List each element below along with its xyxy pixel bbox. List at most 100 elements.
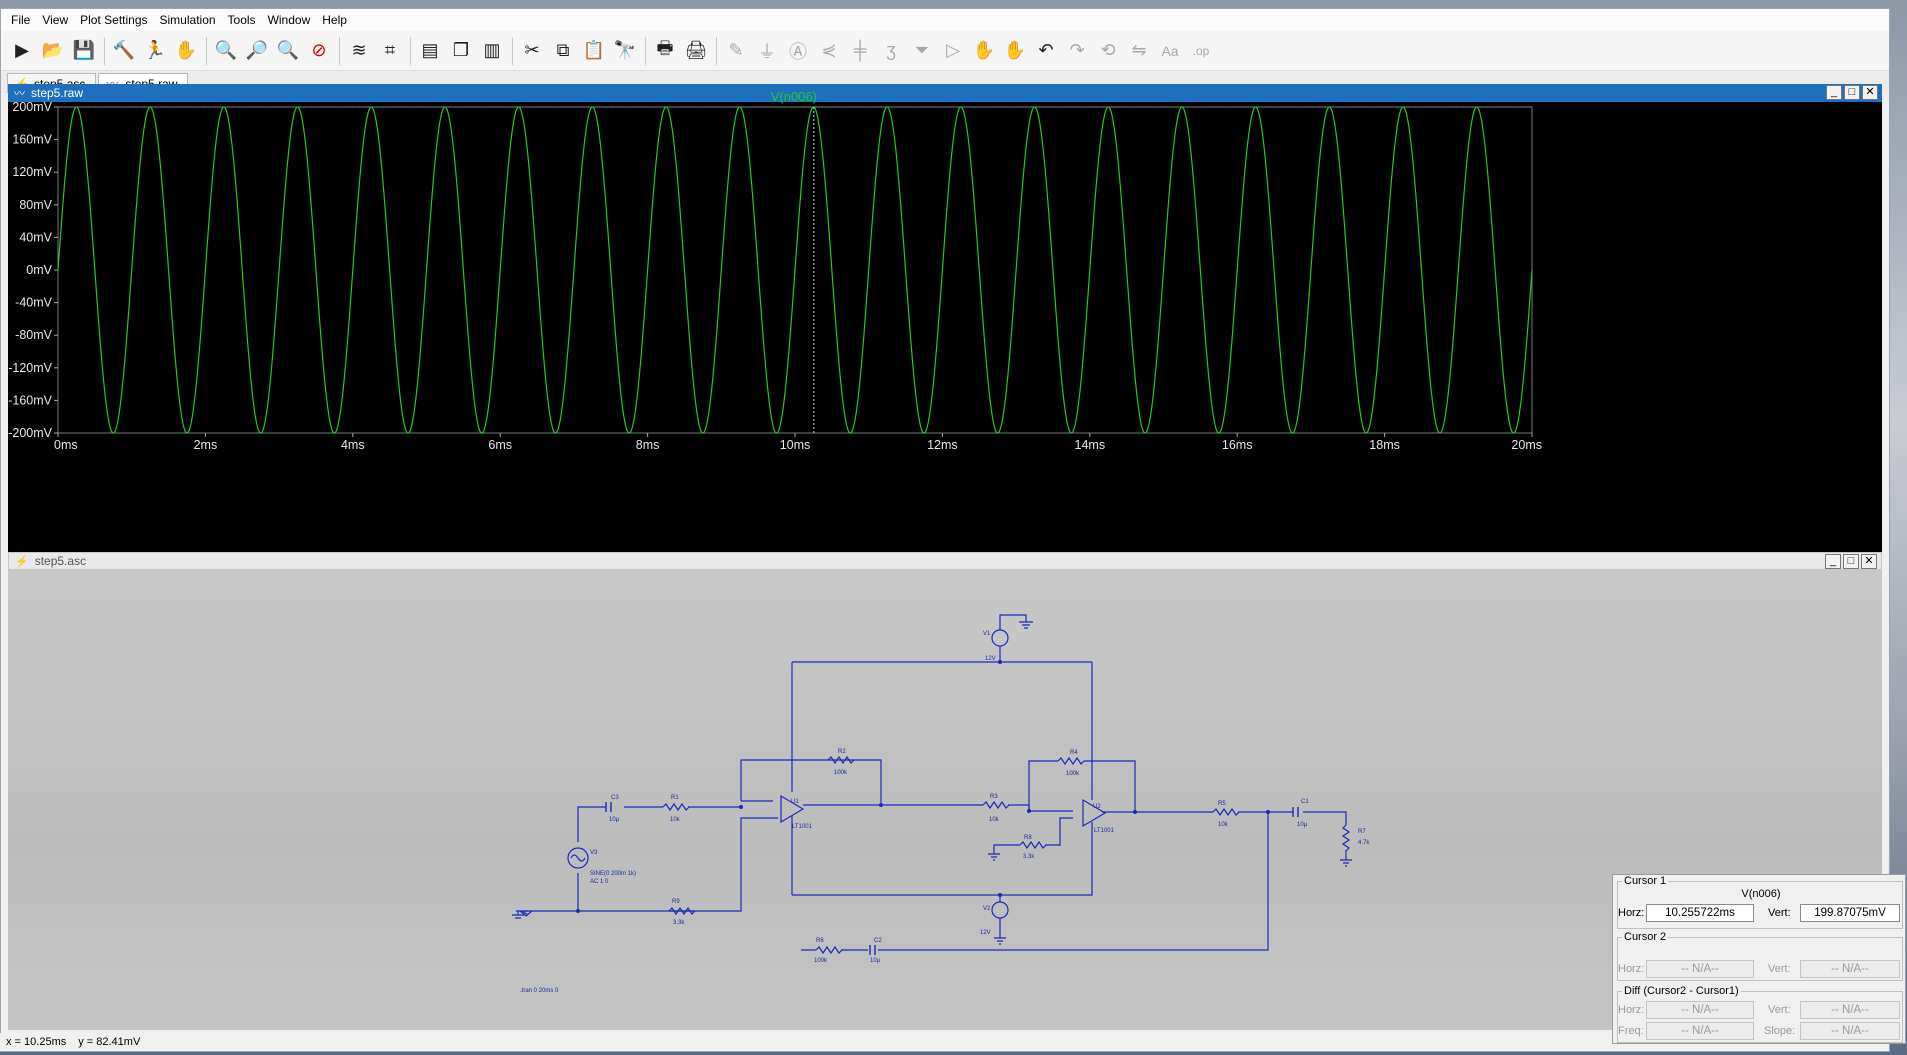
print-setup-icon[interactable]: 🖨 — [683, 37, 709, 65]
diode-icon[interactable]: ⏷ — [909, 37, 935, 65]
y-tick-label: -40mV — [15, 296, 52, 310]
cursor2-group: Cursor 2 Horz: -- N/A-- Vert: -- N/A-- — [1617, 931, 1903, 981]
status-bar: x = 10.25ms y = 82.41mV — [0, 1033, 1600, 1051]
diff-vert-field[interactable]: -- N/A-- — [1800, 1001, 1900, 1019]
run-icon[interactable]: ▶ — [9, 37, 35, 65]
r3-label: R3 — [990, 794, 998, 800]
cursor-panel: Cursor 1 V(n006) Horz: 10.255722ms Vert:… — [1612, 874, 1906, 1044]
halt-icon[interactable]: 🏃 — [142, 37, 168, 65]
waveform-chart[interactable]: 200mV 160mV 120mV 80mV 40mV 0mV -40mV -80mV -120… — [8, 89, 1882, 552]
minimize-icon[interactable]: _ — [1826, 85, 1842, 100]
menu-help[interactable]: Help — [316, 11, 353, 29]
mark-icon[interactable]: ⌗ — [377, 37, 403, 65]
undo-icon[interactable]: ↶ — [1033, 37, 1059, 65]
cut-icon[interactable]: ✂ — [519, 37, 545, 65]
cursor1-horz-label: Horz: — [1618, 907, 1645, 919]
open-icon[interactable]: 📂 — [40, 37, 66, 65]
component-icon[interactable]: ▷ — [940, 37, 966, 65]
close-icon[interactable]: ✕ — [1861, 554, 1877, 569]
plot-window-controls: _ □ ✕ — [1824, 85, 1878, 100]
x-tick-label: 8ms — [636, 438, 660, 452]
diff-slope-field[interactable]: -- N/A-- — [1800, 1022, 1900, 1040]
diff-freq-field[interactable]: -- N/A-- — [1646, 1022, 1754, 1040]
cascade-icon[interactable]: ❐ — [448, 37, 474, 65]
ground-icon[interactable]: ⏚ — [754, 37, 780, 65]
rotate-icon[interactable]: ⟲ — [1095, 37, 1121, 65]
inductor-icon[interactable]: ʒ — [878, 37, 904, 65]
x-tick-label: 4ms — [341, 438, 365, 452]
tile-horizontal-icon[interactable]: ▤ — [417, 37, 443, 65]
schematic-canvas[interactable]: V1 12V V2 12V V3 SINE(0 200m 1k) AC 1 0 … — [8, 570, 1882, 1030]
c1-label: C1 — [1301, 799, 1309, 805]
trace-v-n006 — [57, 106, 1533, 434]
find-icon[interactable]: 🔭 — [612, 37, 638, 65]
tile-vertical-icon[interactable]: ▥ — [479, 37, 505, 65]
c1-value: 10µ — [1297, 822, 1308, 828]
r6-label: R6 — [816, 938, 824, 944]
zoom-in-icon[interactable]: 🔍 — [213, 37, 239, 65]
toolbar-separator — [645, 36, 646, 65]
y-tick-label: -160mV — [8, 393, 52, 407]
move-icon[interactable]: ✋ — [971, 37, 997, 65]
schematic-window-titlebar[interactable]: ⚡ step5.asc _ □ ✕ — [8, 552, 1882, 570]
menu-plot-settings[interactable]: Plot Settings — [74, 11, 153, 29]
menu-file[interactable]: File — [5, 11, 36, 29]
diff-slope-label: Slope: — [1764, 1025, 1796, 1037]
toolbar-separator — [512, 36, 513, 65]
c3-value: 10µ — [609, 817, 620, 823]
drag-icon[interactable]: ✋ — [1002, 37, 1028, 65]
cursor2-horz-field[interactable]: -- N/A-- — [1646, 960, 1754, 978]
menu-view[interactable]: View — [36, 11, 74, 29]
paste-icon[interactable]: 📋 — [581, 37, 607, 65]
r1-value: 10k — [670, 817, 681, 823]
r5-label: R5 — [1218, 801, 1226, 807]
menu-simulation[interactable]: Simulation — [154, 11, 222, 29]
plot-window-title: step5.raw — [31, 86, 84, 100]
menu-window[interactable]: Window — [262, 11, 317, 29]
redo-icon[interactable]: ↷ — [1064, 37, 1090, 65]
minimize-icon[interactable]: _ — [1825, 554, 1841, 569]
zoom-out-icon[interactable]: 🔍 — [275, 37, 301, 65]
wires — [512, 614, 1352, 951]
maximize-icon[interactable]: □ — [1843, 554, 1859, 569]
cursor1-horz-field[interactable]: 10.255722ms — [1646, 904, 1754, 922]
text-icon[interactable]: Aa — [1157, 37, 1183, 65]
save-icon[interactable]: 💾 — [71, 37, 97, 65]
y-tick-label: 40mV — [19, 230, 52, 244]
status-y: y = 82.41mV — [78, 1036, 141, 1048]
diff-horz-label: Horz: — [1618, 1004, 1645, 1016]
menu-tools[interactable]: Tools — [222, 11, 262, 29]
autorange-icon[interactable]: ≋ — [346, 37, 372, 65]
pan-icon[interactable]: ✋ — [173, 37, 199, 65]
waveform-plot[interactable]: 200mV 160mV 120mV 80mV 40mV 0mV -40mV -80mV -120… — [8, 89, 1882, 552]
wire-icon[interactable]: ✎ — [723, 37, 749, 65]
resistor-icon[interactable]: ⋞ — [816, 37, 842, 65]
control-panel-icon[interactable]: 🔨 — [111, 37, 137, 65]
spice-directive-icon[interactable]: .op — [1188, 37, 1214, 65]
waveform-icon: 〰 — [14, 88, 25, 100]
r4-value: 100k — [1066, 771, 1080, 777]
schematic-window-title: step5.asc — [34, 554, 87, 568]
schematic-drawing[interactable]: V1 12V V2 12V V3 SINE(0 200m 1k) AC 1 0 … — [8, 570, 1882, 1030]
label-icon[interactable]: Ⓐ — [785, 37, 811, 65]
plot-window-titlebar[interactable]: 〰 step5.raw _ □ ✕ — [8, 84, 1882, 102]
print-icon[interactable]: 🖶 — [652, 37, 678, 65]
zoom-cancel-icon[interactable]: ⊘ — [306, 37, 332, 65]
mirror-icon[interactable]: ⇋ — [1126, 37, 1152, 65]
capacitor-icon[interactable]: ╪ — [847, 37, 873, 65]
r9-value: 3.3k — [673, 920, 685, 926]
c2-value: 10µ — [870, 958, 881, 964]
maximize-icon[interactable]: □ — [1844, 85, 1860, 100]
cursor2-vert-field[interactable]: -- N/A-- — [1800, 960, 1900, 978]
spice-directive[interactable]: .tran 0 20ms 0 — [520, 988, 559, 994]
copy-icon[interactable]: ⧉ — [550, 37, 576, 65]
diff-title: Diff (Cursor2 - Cursor1) — [1622, 985, 1741, 997]
y-tick-label: 160mV — [12, 133, 52, 147]
close-icon[interactable]: ✕ — [1862, 85, 1878, 100]
zoom-full-icon[interactable]: 🔎 — [244, 37, 270, 65]
cursor1-vert-label: Vert: — [1768, 907, 1791, 919]
status-x: x = 10.25ms — [6, 1036, 67, 1048]
diff-horz-field[interactable]: -- N/A-- — [1646, 1001, 1754, 1019]
cursor1-vert-field[interactable]: 199.87075mV — [1800, 904, 1900, 922]
x-tick-label: 2ms — [194, 438, 218, 452]
